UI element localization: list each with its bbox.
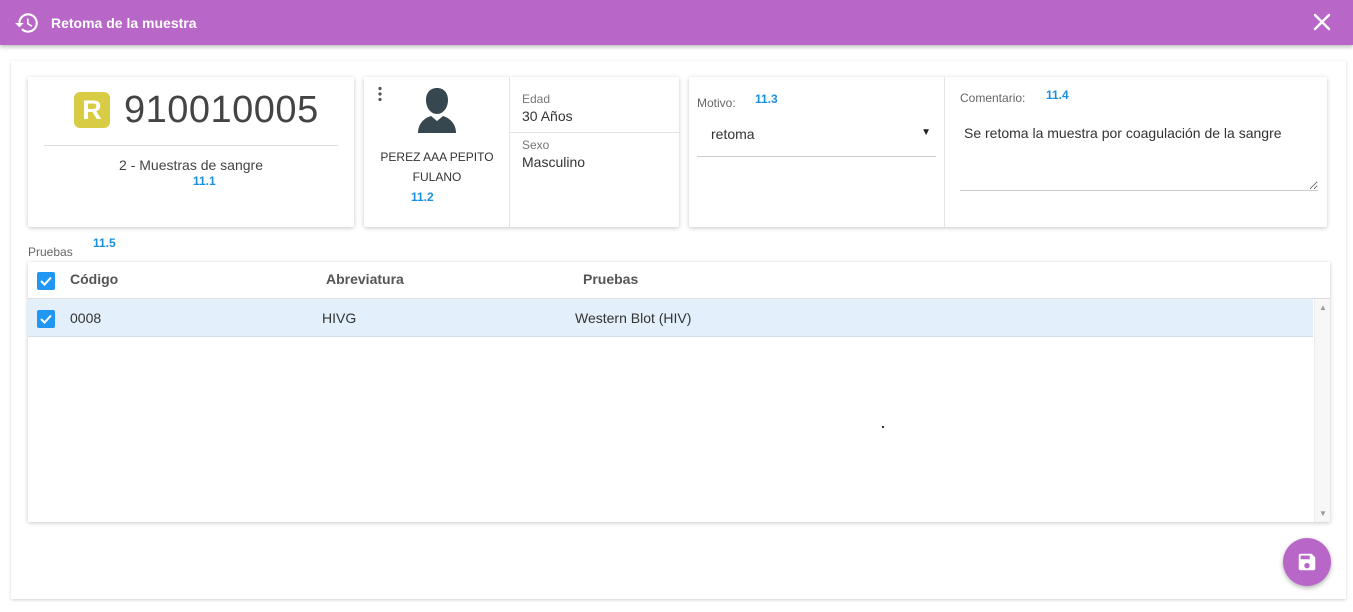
save-button[interactable] [1283, 538, 1331, 586]
patient-card: PEREZ AAA PEPITO FULANO 11.2 Edad 30 Año… [364, 77, 679, 227]
pruebas-table: Código Abreviatura Pruebas 0008 HIVG Wes… [28, 262, 1330, 522]
column-header-codigo[interactable]: Código [70, 271, 118, 287]
annotation-label: 11.3 [755, 92, 778, 106]
sex-value: Masculino [522, 154, 586, 170]
close-icon[interactable] [1311, 11, 1333, 33]
comentario-label: Comentario: [960, 91, 1026, 105]
divider [510, 132, 679, 133]
scroll-down-icon[interactable]: ▼ [1319, 509, 1327, 518]
vertical-scrollbar[interactable]: ▲ ▼ [1314, 299, 1330, 522]
patient-name: PEREZ AAA PEPITO FULANO [380, 150, 494, 184]
annotation-label: 11.2 [411, 190, 434, 204]
sample-card: R 910010005 2 - Muestras de sangre 11.1 [28, 77, 354, 227]
retake-badge: R [74, 92, 110, 128]
column-header-abreviatura[interactable]: Abreviatura [326, 271, 404, 287]
divider [44, 145, 338, 146]
comentario-textarea[interactable]: Se retoma la muestra por coagulación de … [960, 113, 1318, 191]
age-label: Edad [522, 92, 551, 106]
more-vert-icon[interactable] [375, 86, 385, 102]
motivo-value: retoma [711, 126, 755, 142]
table-header: Código Abreviatura Pruebas [28, 262, 1330, 299]
table-row[interactable]: 0008 HIVG Western Blot (HIV) [28, 299, 1313, 337]
stray-dot [882, 426, 884, 428]
motivo-label: Motivo: [697, 96, 736, 110]
row-checkbox[interactable] [37, 310, 55, 328]
cell-prueba: Western Blot (HIV) [575, 310, 692, 326]
sample-number: 910010005 [124, 89, 319, 131]
divider [509, 77, 510, 227]
annotation-label: 11.4 [1046, 88, 1069, 102]
sample-description: 2 - Muestras de sangre [119, 157, 263, 173]
dropdown-arrow-icon: ▼ [921, 127, 931, 138]
dialog-title: Retoma de la muestra [51, 14, 197, 31]
motivo-select[interactable]: retoma ▼ [697, 121, 936, 157]
history-icon [13, 9, 41, 37]
cell-abreviatura: HIVG [322, 310, 357, 326]
annotation-label: 11.1 [193, 174, 216, 188]
sex-label: Sexo [522, 138, 550, 152]
divider [944, 77, 945, 227]
age-value: 30 Años [522, 108, 573, 124]
dialog-header: Retoma de la muestra [0, 0, 1353, 45]
pruebas-label: Pruebas [28, 245, 73, 259]
annotation-label: 11.5 [93, 236, 116, 250]
dialog-body: R 910010005 2 - Muestras de sangre 11.1 … [11, 61, 1346, 599]
reason-card: Motivo: 11.3 retoma ▼ Comentario: 11.4 S… [689, 77, 1327, 227]
select-all-checkbox[interactable] [37, 272, 55, 290]
save-icon [1298, 553, 1316, 571]
scroll-up-icon[interactable]: ▲ [1319, 303, 1327, 312]
avatar-icon [414, 85, 460, 133]
cell-codigo: 0008 [70, 310, 102, 326]
column-header-pruebas[interactable]: Pruebas [583, 271, 638, 287]
